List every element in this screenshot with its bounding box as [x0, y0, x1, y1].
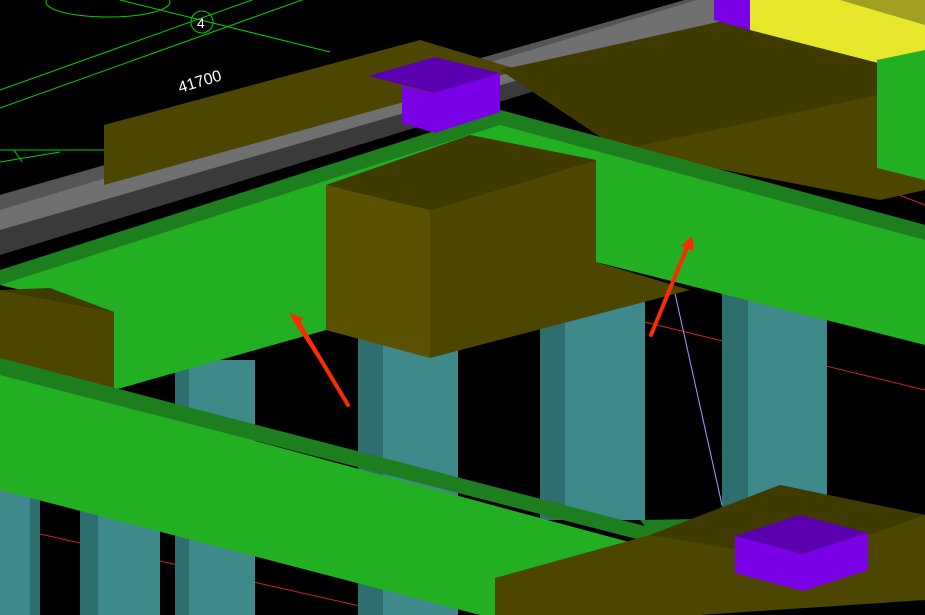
model-3d-viewport[interactable]: 4 41700	[0, 0, 925, 615]
axis-bubble-label: 4	[197, 15, 205, 31]
slab-right-edge[interactable]	[877, 50, 925, 180]
